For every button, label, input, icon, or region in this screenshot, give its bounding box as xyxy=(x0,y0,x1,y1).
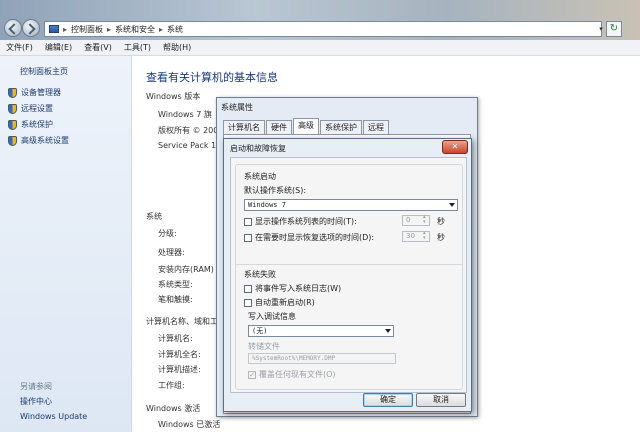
debug-info-header: 写入调试信息 xyxy=(248,312,296,321)
show-recovery-checkbox[interactable]: 在需要时显示恢复选项的时间(D): xyxy=(244,232,374,243)
system-header: 系统 xyxy=(146,212,162,221)
dump-file-input: %SystemRoot%\MEMORY.DMP xyxy=(248,353,396,364)
address-bar[interactable]: ▸ 控制面板 ▸ 系统和安全 ▸ 系统 xyxy=(44,21,602,37)
startup-group: 系统启动 默认操作系统(S): Windows 7 显示操作系统列表的时间(T)… xyxy=(235,164,463,274)
pen-touch-label: 笔和触摸: xyxy=(158,295,193,304)
system-type-label: 系统类型: xyxy=(158,280,193,289)
menu-tools[interactable]: 工具(T) xyxy=(124,42,151,53)
sidebar: 控制面板主页 设备管理器 远程设置 系统保护 高级系统设置 另请参阅 操作中心 … xyxy=(0,56,132,432)
startup-header: 系统启动 xyxy=(244,172,276,181)
chevron-down-icon xyxy=(385,329,391,333)
forward-button[interactable] xyxy=(22,19,40,37)
ok-button[interactable]: 确定 xyxy=(363,393,413,407)
seconds-unit: 秒 xyxy=(437,233,445,242)
refresh-icon[interactable]: ↻ xyxy=(606,21,622,37)
see-also-heading: 另请参阅 xyxy=(20,382,52,391)
default-os-select[interactable]: Windows 7 xyxy=(244,199,458,211)
menu-file[interactable]: 文件(F) xyxy=(6,42,33,53)
tab-system-protection[interactable]: 系统保护 xyxy=(320,120,362,134)
show-os-list-checkbox[interactable]: 显示操作系统列表的时间(T): xyxy=(244,216,357,227)
full-name-label: 计算机全名: xyxy=(158,350,201,359)
description-label: 计算机描述: xyxy=(158,365,201,374)
activation-status: Windows 已激活 xyxy=(158,420,221,429)
shield-icon xyxy=(8,103,17,114)
breadcrumb-system-security[interactable]: 系统和安全 xyxy=(115,24,155,35)
menu-help[interactable]: 帮助(H) xyxy=(163,42,191,53)
edition-header: Windows 版本 xyxy=(146,92,201,101)
sidebar-home-link[interactable]: 控制面板主页 xyxy=(20,66,68,77)
sidebar-item-advanced-settings[interactable]: 高级系统设置 xyxy=(8,135,69,146)
computer-header: 计算机名称、域和工 xyxy=(146,317,218,326)
menu-view[interactable]: 查看(V) xyxy=(84,42,112,53)
sidebar-link-windows-update[interactable]: Windows Update xyxy=(20,412,87,421)
shield-icon xyxy=(8,135,17,146)
default-os-label: 默认操作系统(S): xyxy=(244,186,307,195)
ram-label: 安装内存(RAM) xyxy=(158,265,214,274)
computer-name-label: 计算机名: xyxy=(158,334,193,343)
sidebar-item-device-manager[interactable]: 设备管理器 xyxy=(8,87,61,98)
write-event-checkbox[interactable]: 将事件写入系统日志(W) xyxy=(244,283,341,294)
address-dropdown-icon[interactable]: ▾ xyxy=(596,21,606,37)
tab-remote[interactable]: 远程 xyxy=(363,120,389,134)
breadcrumb-system[interactable]: 系统 xyxy=(167,24,183,35)
page-title: 查看有关计算机的基本信息 xyxy=(146,71,278,84)
dump-file-label: 转储文件 xyxy=(248,342,280,351)
menu-bar: 文件(F) 编辑(E) 查看(V) 工具(T) 帮助(H) xyxy=(0,40,640,56)
show-recovery-seconds[interactable]: 30 xyxy=(402,231,430,242)
overwrite-checkbox: 覆盖任何现有文件(O) xyxy=(248,369,336,380)
debug-info-select[interactable]: (无) xyxy=(248,325,394,337)
processor-label: 处理器: xyxy=(158,248,185,257)
sidebar-item-remote-settings[interactable]: 远程设置 xyxy=(8,103,53,114)
dialog-content: 系统启动 默认操作系统(S): Windows 7 显示操作系统列表的时间(T)… xyxy=(230,157,467,393)
copyright-line: 版权所有 © 200 xyxy=(158,126,219,135)
failure-header: 系统失败 xyxy=(244,270,276,279)
sidebar-item-system-protection[interactable]: 系统保护 xyxy=(8,119,53,130)
sidebar-link-action-center[interactable]: 操作中心 xyxy=(20,396,52,407)
chevron-down-icon xyxy=(449,203,455,207)
tab-hardware[interactable]: 硬件 xyxy=(266,120,292,134)
rating-label: 分级: xyxy=(158,229,177,238)
auto-restart-checkbox[interactable]: 自动重新启动(R) xyxy=(244,297,315,308)
tab-bar: 计算机名 硬件 高级 系统保护 远程 xyxy=(223,118,390,134)
show-os-list-seconds[interactable]: 0 xyxy=(402,215,430,226)
system-properties-title: 系统属性 xyxy=(221,103,253,112)
breadcrumb-control-panel[interactable]: 控制面板 xyxy=(71,24,103,35)
activation-header: Windows 激活 xyxy=(146,404,201,413)
close-icon[interactable]: ✕ xyxy=(442,140,468,154)
tab-computer-name[interactable]: 计算机名 xyxy=(223,120,265,134)
failure-group: 系统失败 将事件写入系统日志(W) 自动重新启动(R) 写入调试信息 (无) 转… xyxy=(235,264,463,390)
service-pack-line: Service Pack 1 xyxy=(158,141,217,150)
seconds-unit: 秒 xyxy=(437,217,445,226)
cancel-button[interactable]: 取消 xyxy=(416,393,466,407)
workgroup-label: 工作组: xyxy=(158,381,185,390)
startup-recovery-dialog: 启动和故障恢复 ✕ 系统启动 默认操作系统(S): Windows 7 显示操作… xyxy=(223,138,472,412)
menu-edit[interactable]: 编辑(E) xyxy=(45,42,72,53)
control-panel-icon xyxy=(49,25,59,33)
back-button[interactable] xyxy=(4,19,22,37)
tab-advanced[interactable]: 高级 xyxy=(293,118,319,134)
edition-line: Windows 7 旗 xyxy=(158,110,212,119)
dialog-title: 启动和故障恢复 xyxy=(230,144,286,153)
shield-icon xyxy=(8,119,17,130)
shield-icon xyxy=(8,87,17,98)
title-bar: ▸ 控制面板 ▸ 系统和安全 ▸ 系统 ▾ ↻ xyxy=(0,0,640,40)
